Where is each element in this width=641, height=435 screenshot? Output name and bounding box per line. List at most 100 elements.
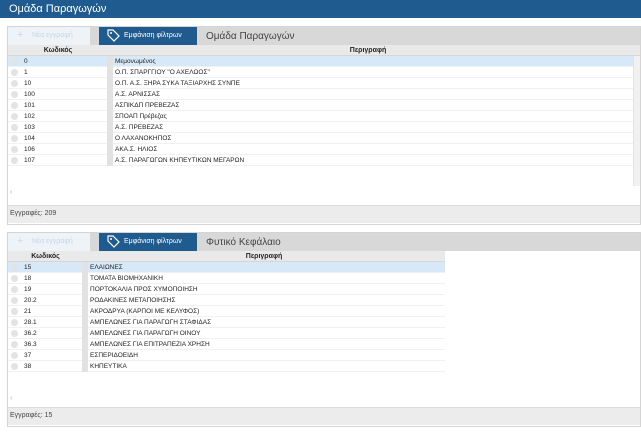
row-select-radio[interactable] (11, 352, 18, 359)
row-description: ΡΟΔΑΚΙΝΕΣ ΜΕΤΑΠΟΙΗΣΗΣ (90, 297, 176, 304)
row-description: Α.Σ. ΠΑΡΑΓΩΓΩΝ ΚΗΠΕΥΤΙΚΩΝ ΜΕΓΑΡΩΝ (115, 157, 245, 164)
show-filters-label: Εμφάνιση φίλτρων (124, 32, 182, 39)
table-row[interactable]: 36.2 ΑΜΠΕΛΩΝΕΣ ΓΙΑ ΠΑΡΑΓΩΓΗ ΟΙΝΟΥ (8, 328, 445, 339)
row-code: 102 (24, 113, 35, 120)
row-code: 10 (24, 80, 32, 87)
table-row[interactable]: 21 ΑΚΡΟΔΡΥΑ (ΚΑΡΠΟΙ ΜΕ ΚΕΛΥΦΟΣ) (8, 306, 445, 317)
panel-title: Ομάδα Παραγωγών (206, 31, 295, 42)
row-description: ΕΣΠΕΡΙΔΟΕΙΔΗ (90, 352, 138, 359)
row-select-radio[interactable] (11, 135, 18, 142)
row-select-radio[interactable] (11, 275, 18, 282)
row-select-radio[interactable] (11, 363, 18, 370)
table-row[interactable]: 106 ΑΚΑ.Σ. ΗΛΙΟΣ (8, 144, 640, 155)
column-header-code[interactable]: Κωδικός (8, 253, 83, 260)
row-description: ΑΜΠΕΛΩΝΕΣ ΓΙΑ ΕΠΙΤΡΑΠΕΖΙΑ ΧΡΗΣΗ (90, 341, 210, 348)
column-separator (107, 56, 113, 67)
row-description: ΑΣΠΙΚΔΠ ΠΡΕΒΕΖΑΣ (115, 102, 180, 109)
row-select-radio[interactable] (11, 146, 18, 153)
column-separator (107, 144, 113, 155)
row-select-radio[interactable] (11, 102, 18, 109)
row-select-radio[interactable] (11, 80, 18, 87)
row-select-radio[interactable] (11, 124, 18, 131)
table-row[interactable]: 0 Μεμονωμένος (8, 56, 640, 67)
grid-header: Κωδικός Περιγραφή (8, 251, 445, 262)
new-record-label: Νέα εγγραφή (32, 32, 73, 39)
new-record-label: Νέα εγγραφή (32, 238, 73, 245)
row-select-radio[interactable] (11, 319, 18, 326)
row-code: 15 (24, 264, 32, 271)
row-description: Ο.Π. ΣΠΑΡΓΓΙΟΥ "Ο ΑΧΕΛΩΟΣ" (115, 69, 210, 76)
row-code: 37 (24, 352, 32, 359)
table-row[interactable]: 103 Α.Σ. ΠΡΕΒΕΖΑΣ (8, 122, 640, 133)
column-separator (82, 262, 88, 273)
table-row[interactable]: 102 ΣΠΟΑΠ Πρέβεζας (8, 111, 640, 122)
column-header-description[interactable]: Περιγραφή (83, 253, 445, 260)
vertical-scrollbar[interactable] (633, 56, 640, 186)
new-record-button[interactable]: + Νέα εγγραφή (8, 233, 90, 251)
row-code: 1 (24, 69, 28, 76)
column-header-code[interactable]: Κωδικός (8, 47, 108, 54)
records-count: Εγγραφές: 209 (10, 210, 57, 217)
table-row[interactable]: 28.1 ΑΜΠΕΛΩΝΕΣ ΓΙΑ ΠΑΡΑΓΩΓΗ ΣΤΑΦΙΔΑΣ (8, 317, 445, 328)
table-row[interactable]: 104 Ο ΛΑΧΑΝΟΚΗΠΟΣ (8, 133, 640, 144)
row-description: Ο.Π. Α.Σ. ΞΗΡΑ ΣΥΚΑ ΤΑΞΙΑΡΧΗΣ ΣΥΝΠΕ (115, 80, 240, 87)
column-separator (107, 67, 113, 78)
row-select-radio[interactable] (11, 58, 18, 65)
tag-icon (107, 29, 120, 42)
row-select-radio[interactable] (11, 341, 18, 348)
show-filters-button[interactable]: Εμφάνιση φίλτρων (99, 27, 197, 45)
table-row[interactable]: 1 Ο.Π. ΣΠΑΡΓΓΙΟΥ "Ο ΑΧΕΛΩΟΣ" (8, 67, 640, 78)
records-grid: Κωδικός Περιγραφή 15 ΕΛΑΙΩΝΕΣ 18 ΤΟΜΑΤΑ ΒΙΟ… (8, 251, 640, 372)
table-row[interactable]: 38 ΚΗΠΕΥΤΙΚΑ (8, 361, 445, 372)
show-filters-button[interactable]: Εμφάνιση φίλτρων (99, 233, 197, 251)
table-row[interactable]: 37 ΕΣΠΕΡΙΔΟΕΙΔΗ (8, 350, 445, 361)
chevron-left-icon[interactable]: ‹ (10, 189, 12, 196)
row-select-radio[interactable] (11, 113, 18, 120)
row-select-radio[interactable] (11, 264, 18, 271)
table-row[interactable]: 36.3 ΑΜΠΕΛΩΝΕΣ ΓΙΑ ΕΠΙΤΡΑΠΕΖΙΑ ΧΡΗΣΗ (8, 339, 445, 350)
plus-icon: + (17, 29, 24, 41)
plus-icon: + (17, 235, 24, 247)
row-code: 103 (24, 124, 35, 131)
table-row[interactable]: 107 Α.Σ. ΠΑΡΑΓΩΓΩΝ ΚΗΠΕΥΤΙΚΩΝ ΜΕΓΑΡΩΝ (8, 155, 640, 166)
records-grid: Κωδικός Περιγραφή 0 Μεμονωμένος 1 Ο.Π. ΣΠΑΡ… (8, 45, 640, 166)
row-description: ΚΗΠΕΥΤΙΚΑ (90, 363, 127, 370)
column-separator (107, 111, 113, 122)
records-count-bar: Εγγραφές: 15 (8, 407, 640, 425)
table-row[interactable]: 100 Α.Σ. ΑΡΝΙΣΣΑΣ (8, 89, 640, 100)
table-row[interactable]: 10 Ο.Π. Α.Σ. ΞΗΡΑ ΣΥΚΑ ΤΑΞΙΑΡΧΗΣ ΣΥΝΠΕ (8, 78, 640, 89)
table-row[interactable]: 18 ΤΟΜΑΤΑ ΒΙΟΜΗΧΑΝΙΚΗ (8, 273, 445, 284)
horizontal-scrollbar[interactable]: ‹ (8, 395, 640, 403)
row-code: 100 (24, 91, 35, 98)
column-separator (82, 284, 88, 295)
horizontal-scrollbar[interactable]: ‹ (8, 189, 640, 197)
column-separator (107, 78, 113, 89)
producer-groups-panel: + Νέα εγγραφή Εμφάνιση φίλτρων Ομάδα Παρ… (7, 26, 641, 225)
row-code: 38 (24, 363, 32, 370)
row-select-radio[interactable] (11, 157, 18, 164)
chevron-left-icon[interactable]: ‹ (10, 395, 12, 402)
row-select-radio[interactable] (11, 297, 18, 304)
row-select-radio[interactable] (11, 308, 18, 315)
column-separator (82, 306, 88, 317)
table-row[interactable]: 101 ΑΣΠΙΚΔΠ ΠΡΕΒΕΖΑΣ (8, 100, 640, 111)
row-code: 18 (24, 275, 32, 282)
table-row[interactable]: 15 ΕΛΑΙΩΝΕΣ (8, 262, 445, 273)
panel-title: Φυτικό Κεφάλαιο (206, 237, 281, 248)
panel-toolbar: + Νέα εγγραφή Εμφάνιση φίλτρων Φυτικό Κε… (8, 233, 640, 251)
row-select-radio[interactable] (11, 330, 18, 337)
row-description: Α.Σ. ΠΡΕΒΕΖΑΣ (115, 124, 164, 131)
grid-header: Κωδικός Περιγραφή (8, 45, 640, 56)
row-select-radio[interactable] (11, 69, 18, 76)
table-row[interactable]: 19 ΠΟΡΤΟΚΑΛΙΑ ΠΡΟΣ ΧΥΜΟΠΟΙΗΣΗ (8, 284, 445, 295)
row-select-radio[interactable] (11, 91, 18, 98)
table-row[interactable]: 20.2 ΡΟΔΑΚΙΝΕΣ ΜΕΤΑΠΟΙΗΣΗΣ (8, 295, 445, 306)
column-header-description[interactable]: Περιγραφή (108, 47, 628, 54)
row-code: 36.2 (24, 330, 37, 337)
row-code: 0 (24, 58, 28, 65)
row-code: 20.2 (24, 297, 37, 304)
row-description: Ο ΛΑΧΑΝΟΚΗΠΟΣ (115, 135, 172, 142)
row-description: ΠΟΡΤΟΚΑΛΙΑ ΠΡΟΣ ΧΥΜΟΠΟΙΗΣΗ (90, 286, 198, 293)
new-record-button[interactable]: + Νέα εγγραφή (8, 27, 90, 45)
row-select-radio[interactable] (11, 286, 18, 293)
